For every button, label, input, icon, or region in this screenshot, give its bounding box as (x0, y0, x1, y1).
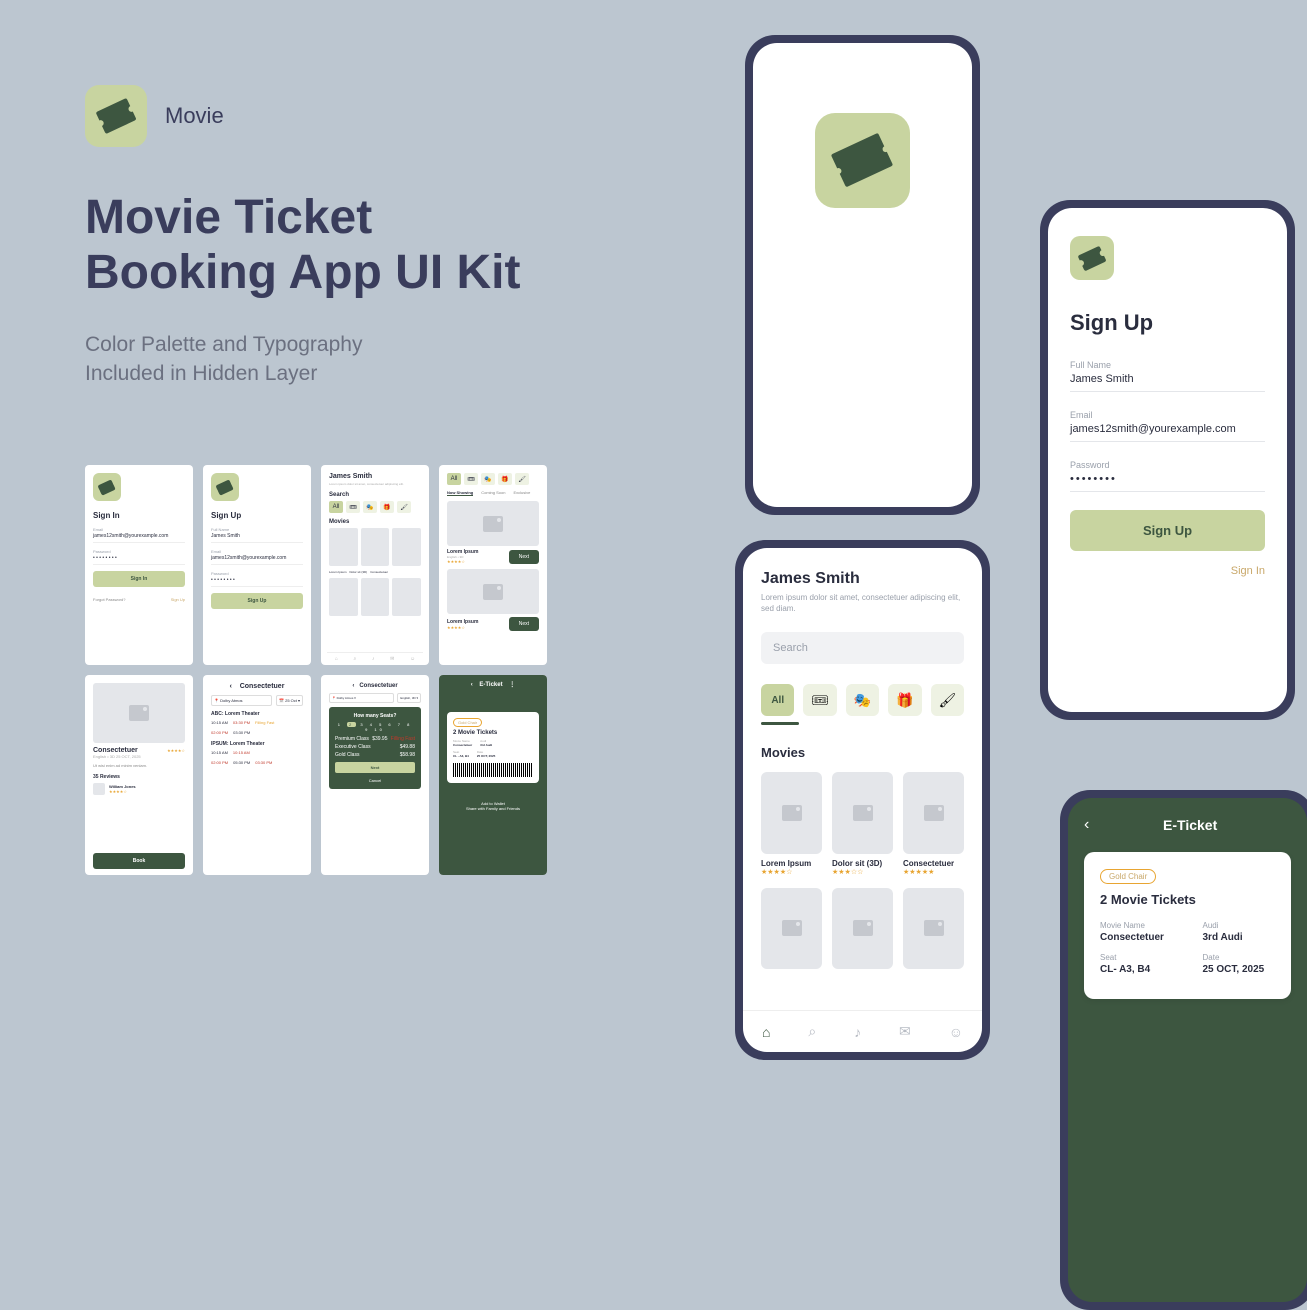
splash-app-icon (815, 113, 910, 208)
category-underline (761, 722, 799, 725)
user-sub: Lorem ipsum dolor sit amet, consectetuer… (761, 592, 964, 614)
headline-line2: Booking App UI Kit (85, 246, 521, 299)
email-field[interactable]: james12smith@yourexample.com (1070, 423, 1265, 442)
seat-value: CL- A3, B4 (1100, 964, 1173, 975)
category-all[interactable]: All (761, 684, 794, 716)
nav-profile-icon[interactable]: ☺ (949, 1024, 963, 1040)
ticket-card: Gold Chair 2 Movie Tickets Movie Name Con… (1084, 852, 1291, 999)
category-brush-icon[interactable]: 🖌 (931, 684, 964, 716)
movie-card[interactable]: Lorem Ipsum★★★★☆ (761, 772, 822, 875)
movie-card[interactable] (903, 888, 964, 974)
audi-value: 3rd Audi (1203, 932, 1276, 943)
image-placeholder-icon (924, 920, 944, 936)
image-placeholder-icon (924, 805, 944, 821)
ticket-count: 2 Movie Tickets (1100, 892, 1275, 907)
back-icon[interactable]: ‹ (1084, 816, 1089, 834)
user-name: James Smith (761, 570, 964, 588)
subhead: Color Palette and TypographyIncluded in … (85, 330, 362, 389)
date-label: Date (1203, 953, 1276, 962)
search-input[interactable]: Search (761, 632, 964, 664)
brand-name: Movie (165, 103, 224, 129)
date-value: 25 OCT, 2025 (1203, 964, 1276, 975)
audi-label: Audi (1203, 921, 1276, 930)
thumb-signup[interactable]: Sign Up Full Name James Smith Email jame… (203, 465, 311, 665)
fullname-field[interactable]: James Smith (1070, 373, 1265, 392)
headline-line1: Movie Ticket (85, 191, 372, 244)
app-icon (85, 85, 147, 147)
thumb-signin[interactable]: Sign In Email james12smith@yourexample.c… (85, 465, 193, 665)
seat-class-badge: Gold Chair (1100, 869, 1156, 884)
signup-app-icon (1070, 236, 1114, 280)
movies-section-title: Movies (761, 745, 964, 760)
seat-label: Seat (1100, 953, 1173, 962)
password-field[interactable]: •••••••• (1070, 473, 1265, 492)
phone-signup: Sign Up Full Name James Smith Email jame… (1040, 200, 1295, 720)
bottom-nav: ⌂ ⌕ ♪ ✉ ☺ (743, 1010, 982, 1052)
brand-block: Movie (85, 85, 224, 147)
eticket-title: E-Ticket (1105, 817, 1275, 833)
movie-label: Movie Name (1100, 921, 1173, 930)
image-placeholder-icon (853, 805, 873, 821)
thumb-showtimes[interactable]: ‹ Consectetuer 📍 Dolby Atmos📅 25 Oct ▾ A… (203, 675, 311, 875)
movie-grid-2 (761, 888, 964, 974)
nav-mail-icon[interactable]: ✉ (899, 1023, 911, 1040)
nav-search-icon[interactable]: ⌕ (808, 1023, 816, 1040)
movie-card[interactable] (761, 888, 822, 974)
category-ticket-icon[interactable]: 🎟 (803, 684, 836, 716)
phone-eticket: ‹ E-Ticket Gold Chair 2 Movie Tickets Mo… (1060, 790, 1307, 1310)
image-placeholder-icon (782, 920, 802, 936)
category-gift-icon[interactable]: 🎁 (888, 684, 921, 716)
signup-button[interactable]: Sign Up (1070, 510, 1265, 551)
email-label: Email (1070, 410, 1265, 420)
nav-home-icon[interactable]: ⌂ (762, 1024, 770, 1040)
image-placeholder-icon (782, 805, 802, 821)
movie-card[interactable] (832, 888, 893, 974)
movie-card[interactable]: Dolor sit (3D)★★★☆☆ (832, 772, 893, 875)
phone-home: James Smith Lorem ipsum dolor sit amet, … (735, 540, 990, 1060)
thumb-seats[interactable]: ‹ Consectetuer 📍 Dolby Atmos ▾English, 3… (321, 675, 429, 875)
movie-card[interactable]: Consectetuer★★★★★ (903, 772, 964, 875)
fullname-label: Full Name (1070, 360, 1265, 370)
screen-thumbnails: Sign In Email james12smith@yourexample.c… (85, 465, 547, 875)
category-row: All 🎟 🎭 🎁 🖌 (761, 684, 964, 716)
signin-link[interactable]: Sign In (1070, 565, 1265, 577)
thumb-home[interactable]: James Smith Lorem ipsum dolor sit amet, … (321, 465, 429, 665)
image-placeholder-icon (853, 920, 873, 936)
movie-grid: Lorem Ipsum★★★★☆ Dolor sit (3D)★★★☆☆ Con… (761, 772, 964, 875)
signup-title: Sign Up (1070, 310, 1265, 336)
password-label: Password (1070, 460, 1265, 470)
nav-bell-icon[interactable]: ♪ (854, 1024, 861, 1040)
category-drama-icon[interactable]: 🎭 (846, 684, 879, 716)
movie-value: Consectetuer (1100, 932, 1173, 943)
phone-splash (745, 35, 980, 515)
thumb-detail[interactable]: Consectetuer★★★★☆ English • 3D 25 OCT, 2… (85, 675, 193, 875)
thumb-listing[interactable]: All🎟🎭🎁🖌 Now ShowingComing SoonExclusive … (439, 465, 547, 665)
thumb-eticket[interactable]: ‹ E-Ticket ⋮ Gold Chair 2 Movie Tickets … (439, 675, 547, 875)
headline: Movie TicketBooking App UI Kit (85, 190, 521, 300)
